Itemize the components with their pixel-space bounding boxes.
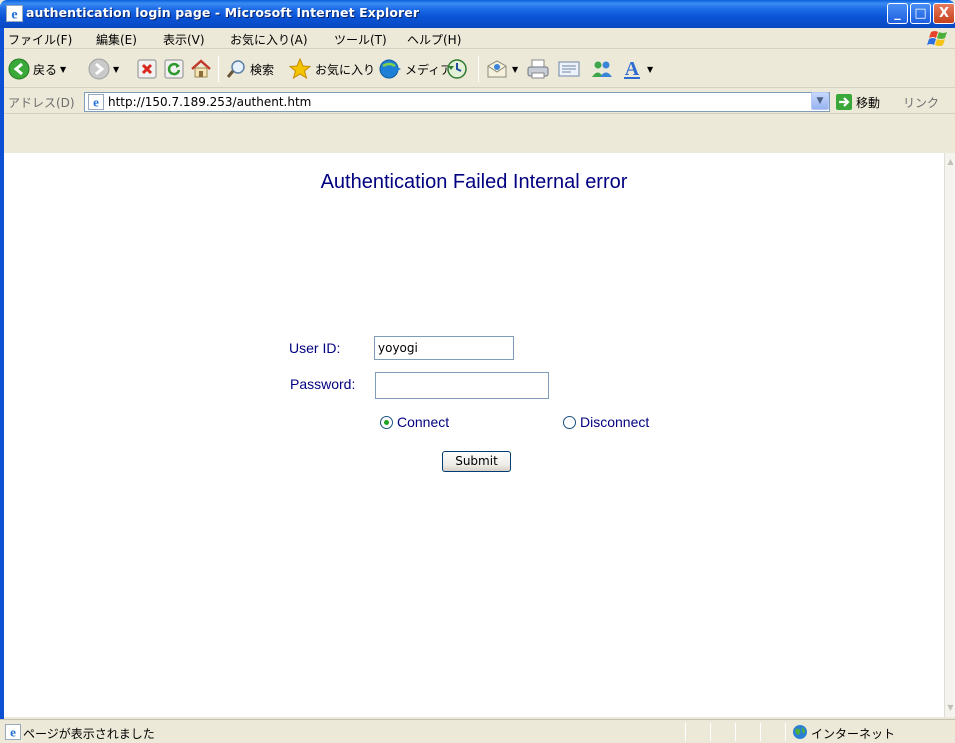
browser-window: e authentication login page - Microsoft … — [0, 0, 955, 743]
svg-text:e: e — [11, 8, 17, 23]
page-icon: e — [88, 94, 104, 110]
printer-icon — [527, 59, 549, 79]
stop-button[interactable] — [137, 54, 157, 84]
menu-item-file[interactable]: ファイル(F) — [8, 31, 72, 48]
security-zone-label: インターネット — [811, 727, 896, 741]
close-button[interactable]: X — [933, 3, 955, 24]
links-toolbar[interactable]: リンク — [903, 94, 939, 111]
disconnect-radio-button[interactable] — [563, 415, 576, 429]
edit-button[interactable] — [557, 54, 581, 84]
back-label: 戻る — [33, 62, 58, 77]
menu-item-tools[interactable]: ツール(T) — [334, 31, 387, 48]
connect-radio-option[interactable]: Connect — [380, 414, 449, 430]
status-divider — [785, 723, 786, 741]
menu-item-favorites[interactable]: お気に入り(A) — [230, 31, 308, 48]
address-input[interactable]: e http://150.7.189.253/authent.htm — [84, 92, 830, 112]
search-label: 検索 — [250, 62, 275, 77]
scroll-down-arrow-icon[interactable]: ▼ — [945, 701, 955, 715]
menu-bar: ファイル(F) 編集(E) 表示(V) お気に入り(A) ツール(T) ヘルプ(… — [0, 28, 955, 49]
research-dropdown-icon[interactable]: ▼ — [647, 65, 653, 74]
search-icon — [226, 60, 245, 78]
status-divider — [760, 723, 761, 741]
status-divider — [685, 723, 686, 741]
toolbar-separator — [218, 56, 219, 82]
mail-icon — [487, 60, 507, 78]
password-label: Password: — [290, 376, 356, 392]
forward-dropdown-icon[interactable]: ▼ — [113, 65, 119, 74]
go-button[interactable]: 移動 — [856, 94, 880, 111]
history-icon — [447, 59, 467, 79]
address-dropdown-button[interactable]: ▼ — [811, 92, 829, 110]
standard-toolbar: 戻る ▼ ▼ 検索 お気に入り メディア ▼ A ▼ — [0, 50, 955, 88]
address-url: http://150.7.189.253/authent.htm — [108, 95, 312, 109]
maximize-button[interactable]: □ — [910, 3, 931, 24]
scroll-up-arrow-icon[interactable]: ▲ — [945, 155, 955, 169]
print-button[interactable] — [526, 54, 550, 84]
back-button[interactable]: 戻る ▼ — [8, 54, 66, 84]
svg-text:e: e — [93, 95, 99, 110]
stop-icon — [137, 59, 157, 79]
window-title: authentication login page - Microsoft In… — [26, 5, 420, 20]
disconnect-radio-label: Disconnect — [580, 414, 650, 430]
password-input[interactable] — [375, 372, 549, 399]
home-icon — [191, 59, 211, 78]
status-text: ページが表示されました — [23, 727, 155, 741]
favorites-button[interactable]: お気に入り — [288, 54, 375, 84]
minimize-button[interactable]: _ — [887, 3, 908, 24]
media-icon — [379, 59, 401, 79]
internet-globe-icon — [793, 725, 807, 739]
page-done-icon: e — [5, 724, 21, 740]
favorites-label: お気に入り — [315, 62, 376, 77]
title-bar[interactable]: e authentication login page - Microsoft … — [0, 0, 955, 28]
connect-radio-button[interactable] — [380, 415, 393, 429]
vertical-scrollbar[interactable]: ▲ ▼ — [944, 153, 955, 717]
address-bar: アドレス(D) e http://150.7.189.253/authent.h… — [0, 89, 955, 114]
refresh-button[interactable] — [164, 54, 184, 84]
back-arrow-icon — [8, 58, 30, 80]
research-icon: A — [624, 58, 640, 80]
connect-radio-label: Connect — [397, 414, 450, 430]
research-button[interactable]: A ▼ — [620, 54, 653, 84]
svg-text:A: A — [625, 58, 640, 80]
home-button[interactable] — [190, 54, 212, 84]
submit-button[interactable]: Submit — [442, 451, 511, 472]
windows-flag-icon — [927, 31, 947, 46]
star-icon — [288, 57, 312, 80]
page-content: Authentication Failed Internal error Use… — [4, 153, 944, 717]
status-bar: e ページが表示されました インターネット — [0, 719, 955, 743]
forward-button[interactable]: ▼ — [88, 54, 119, 84]
go-arrow-icon[interactable] — [836, 94, 852, 110]
user-id-label: User ID: — [289, 340, 341, 356]
mail-dropdown-icon[interactable]: ▼ — [512, 65, 518, 74]
messenger-icon — [592, 61, 612, 77]
address-label: アドレス(D) — [8, 96, 75, 110]
toolbar-separator — [478, 56, 479, 82]
history-button[interactable] — [446, 54, 468, 84]
page-title: Authentication Failed Internal error — [320, 171, 628, 193]
mail-button[interactable]: ▼ — [485, 54, 518, 84]
menu-item-view[interactable]: 表示(V) — [163, 31, 205, 48]
refresh-icon — [164, 59, 184, 79]
status-divider — [735, 723, 736, 741]
user-id-input[interactable] — [374, 336, 514, 360]
menu-item-help[interactable]: ヘルプ(H) — [407, 31, 461, 48]
disconnect-radio-option[interactable]: Disconnect — [563, 414, 649, 430]
status-divider — [710, 723, 711, 741]
svg-text:e: e — [10, 725, 16, 740]
menu-item-edit[interactable]: 編集(E) — [96, 31, 137, 48]
forward-arrow-icon — [88, 58, 110, 80]
search-button[interactable]: 検索 — [225, 54, 274, 84]
back-dropdown-icon[interactable]: ▼ — [60, 65, 66, 74]
media-button[interactable]: メディア — [378, 54, 452, 84]
edit-page-icon — [558, 61, 580, 77]
ie-logo-icon: e — [6, 5, 23, 22]
messenger-button[interactable] — [590, 54, 614, 84]
